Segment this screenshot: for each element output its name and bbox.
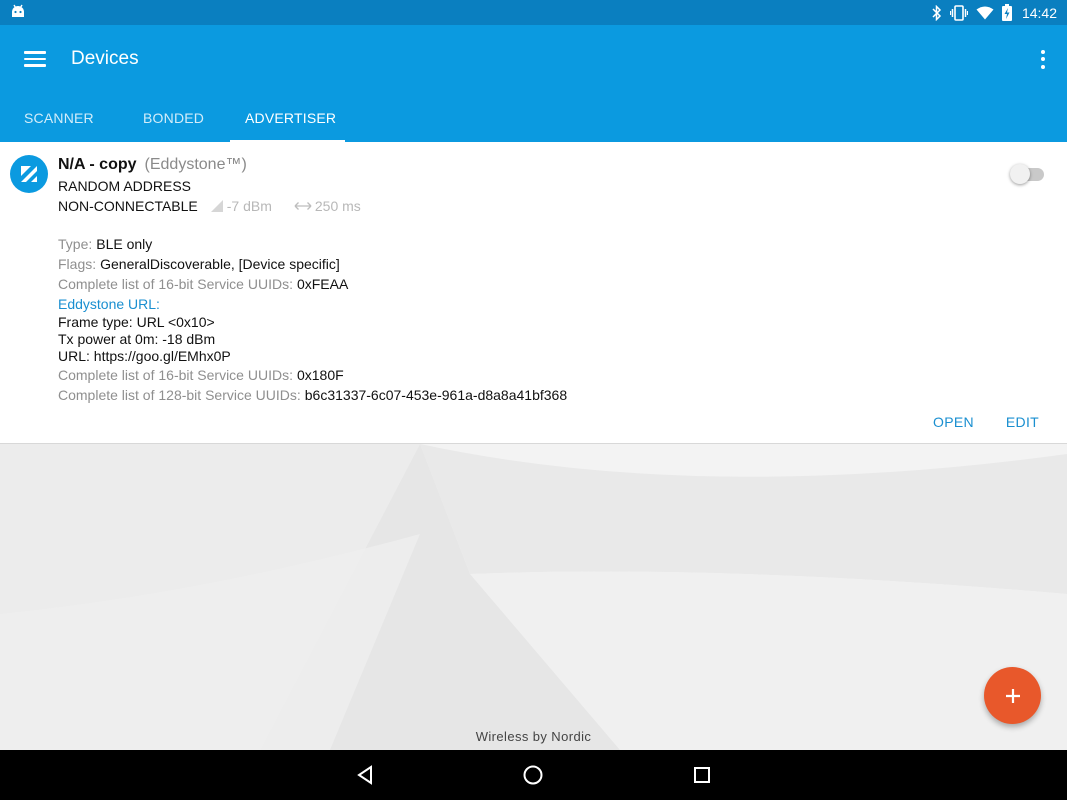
signal-strength-icon <box>210 200 223 212</box>
plus-icon <box>1005 688 1020 703</box>
toolbar: Devices <box>0 25 1067 93</box>
android-debug-icon <box>10 4 26 21</box>
detail-label: Type: <box>58 235 93 252</box>
detail-value: URL: https://goo.gl/EMhx0P <box>58 348 231 364</box>
overflow-menu-icon[interactable] <box>1031 47 1055 71</box>
eddystone-frame-type: Frame type: URL <0x10> <box>58 314 567 331</box>
detail-value: Frame type: URL <0x10> <box>58 314 215 330</box>
recents-icon[interactable] <box>689 762 715 788</box>
tab-advertiser[interactable]: ADVERTISER <box>230 93 345 142</box>
device-type: (Eddystone™) <box>144 156 247 173</box>
vibrate-icon <box>949 4 968 21</box>
background-pattern <box>0 444 1067 750</box>
detail-label: Flags: <box>58 255 97 272</box>
detail-row-uuid128: Complete list of 128-bit Service UUIDs: … <box>58 385 567 405</box>
detail-value: 0x180F <box>296 366 344 383</box>
detail-value: Tx power at 0m: -18 dBm <box>58 331 216 347</box>
advertising-toggle[interactable] <box>1010 164 1046 184</box>
edit-button[interactable]: EDIT <box>1006 414 1039 430</box>
status-time: 14:42 <box>1021 4 1057 21</box>
tx-power-value: -7 dBm <box>226 198 272 214</box>
device-name: N/A - copy <box>58 156 137 173</box>
tab-bonded[interactable]: BONDED <box>115 93 230 142</box>
toggle-thumb <box>1010 164 1030 184</box>
detail-row-uuid16b: Complete list of 16-bit Service UUIDs: 0… <box>58 365 567 385</box>
app-bar: Devices SCANNER BONDED ADVERTISER <box>0 25 1067 142</box>
detail-row-uuid16: Complete list of 16-bit Service UUIDs: 0… <box>58 274 567 294</box>
home-icon[interactable] <box>520 762 546 788</box>
advertiser-card: N/A - copy (Eddystone™) RANDOM ADDRESS N… <box>0 142 1067 444</box>
tab-scanner[interactable]: SCANNER <box>0 93 115 142</box>
section-heading: Eddystone URL: <box>58 295 160 312</box>
detail-value: b6c31337-6c07-453e-961a-d8a8a41bf368 <box>304 386 568 403</box>
detail-row-type: Type: BLE only <box>58 234 567 254</box>
advertising-details: Type: BLE only Flags: GeneralDiscoverabl… <box>58 234 567 405</box>
tab-bar: SCANNER BONDED ADVERTISER <box>0 93 345 142</box>
detail-label: Complete list of 16-bit Service UUIDs: <box>58 366 293 383</box>
eddystone-url-heading: Eddystone URL: <box>58 294 567 314</box>
device-icon <box>10 155 48 193</box>
page-title: Devices <box>71 48 139 69</box>
interval-value: 250 ms <box>314 198 361 214</box>
bluetooth-icon <box>932 4 942 21</box>
eddystone-url: URL: https://goo.gl/EMhx0P <box>58 348 567 365</box>
interval-arrows-icon <box>294 202 312 210</box>
wifi-icon <box>976 6 994 20</box>
tx-power-group: -7 dBm <box>210 198 272 214</box>
connectable-status: NON-CONNECTABLE <box>58 198 198 214</box>
system-navigation-bar <box>0 750 1067 800</box>
detail-value: BLE only <box>96 235 153 252</box>
card-actions: OPEN EDIT <box>933 414 1039 430</box>
detail-value: GeneralDiscoverable, [Device specific] <box>100 255 340 272</box>
detail-value: 0xFEAA <box>296 275 349 292</box>
detail-label: Complete list of 128-bit Service UUIDs: <box>58 386 301 403</box>
battery-charging-icon <box>1001 4 1012 21</box>
status-bar: 14:42 <box>0 0 1067 25</box>
hamburger-menu-icon[interactable] <box>24 47 52 71</box>
detail-row-flags: Flags: GeneralDiscoverable, [Device spec… <box>58 254 567 274</box>
add-advertising-packet-button[interactable] <box>984 667 1041 724</box>
interval-group: 250 ms <box>294 198 361 214</box>
device-address-type: RANDOM ADDRESS <box>58 178 192 194</box>
device-name-row: N/A - copy (Eddystone™) <box>58 156 247 174</box>
footer-branding: Wireless by Nordic <box>475 729 592 744</box>
eddystone-tx-power: Tx power at 0m: -18 dBm <box>58 331 567 348</box>
back-icon[interactable] <box>352 762 378 788</box>
detail-label: Complete list of 16-bit Service UUIDs: <box>58 275 293 292</box>
open-button[interactable]: OPEN <box>933 414 974 430</box>
connectable-row: NON-CONNECTABLE -7 dBm 250 ms <box>58 198 361 214</box>
